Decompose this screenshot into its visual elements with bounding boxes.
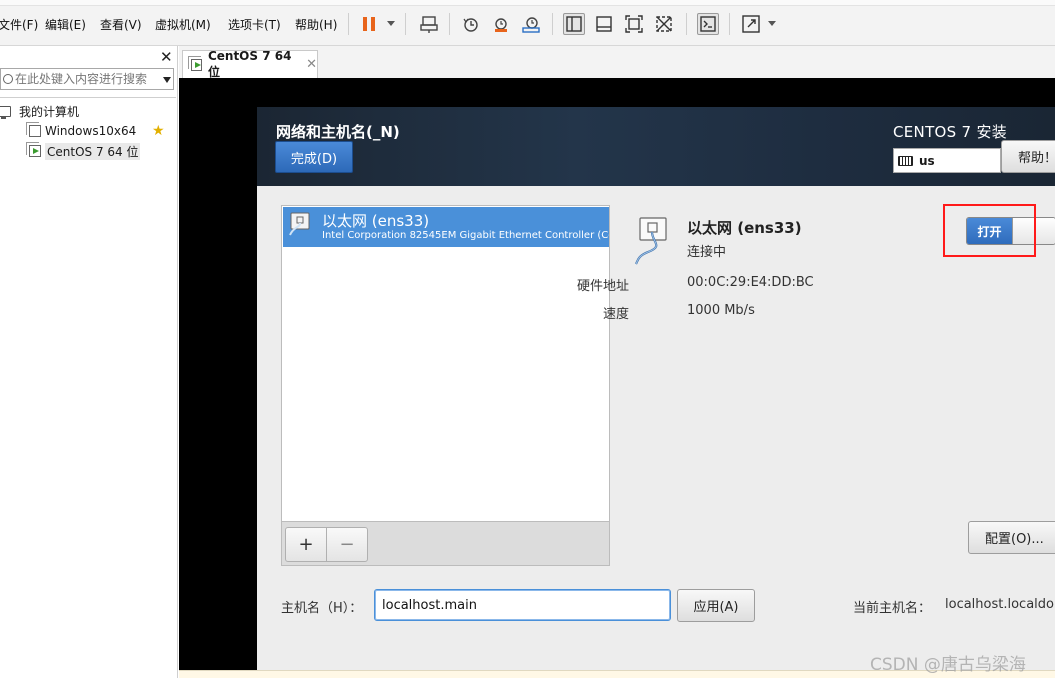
configure-button[interactable]: 配置(O)... xyxy=(968,521,1055,554)
done-button[interactable]: 完成(D) xyxy=(275,141,353,173)
thumbnail-view-icon xyxy=(596,16,612,32)
computer-icon xyxy=(0,105,11,119)
menu-file[interactable]: 文件(F) xyxy=(0,16,38,33)
add-device-button[interactable]: + xyxy=(285,527,327,562)
window-top-edge xyxy=(0,0,1055,6)
current-hostname-value: localhost.localdomain xyxy=(945,597,1055,612)
device-status: 连接中 xyxy=(687,245,727,260)
current-hostname-label: 当前主机名： xyxy=(853,601,932,616)
device-description: Intel Corporation 82545EM Gigabit Ethern… xyxy=(322,230,609,241)
snapshot-icon xyxy=(463,18,478,32)
keyboard-layout-label: us xyxy=(919,153,935,168)
device-name: 以太网 (ens33) xyxy=(322,212,430,230)
remove-device-button[interactable]: − xyxy=(326,527,368,562)
keyboard-icon xyxy=(898,155,913,166)
expand-icon xyxy=(742,15,760,33)
snapshot-manager-icon xyxy=(522,17,540,33)
snapshot-manager-button[interactable] xyxy=(520,13,542,35)
menu-view[interactable]: 查看(V) xyxy=(100,16,142,33)
speed-label: 速度 xyxy=(602,307,629,322)
vm-console[interactable]: 网络和主机名(_N) 完成(D) CENTOS 7 安装 us 帮助！ 以太网 … xyxy=(179,78,1055,670)
snapshot-button[interactable] xyxy=(460,13,482,35)
tab-centos7[interactable]: CentOS 7 64 位 ✕ xyxy=(182,49,318,79)
ethernet-icon xyxy=(635,217,667,265)
close-tab-icon[interactable]: ✕ xyxy=(306,57,317,72)
library-search-input[interactable] xyxy=(15,71,155,87)
console-icon xyxy=(700,16,716,32)
tab-label: CentOS 7 64 位 xyxy=(207,49,292,79)
menu-tabs[interactable]: 选项卡(T) xyxy=(228,16,281,33)
full-screen-button[interactable] xyxy=(623,13,645,35)
library-panel: ✕ 我的计算机 Windows10x64 ★ CentOS 7 64 位 xyxy=(0,46,178,678)
device-list-toolbar: + − xyxy=(281,522,610,566)
product-title: CENTOS 7 安装 xyxy=(893,123,1008,141)
send-ctrl-alt-del-icon xyxy=(420,16,438,33)
pause-button[interactable] xyxy=(358,13,380,35)
menubar: 文件(F) 编辑(E) 查看(V) 虚拟机(M) 选项卡(T) 帮助(H) xyxy=(0,0,1055,46)
watermark: CSDN @唐古乌梁海 xyxy=(870,655,1026,675)
library-search[interactable] xyxy=(0,68,174,90)
close-library-icon[interactable]: ✕ xyxy=(160,48,173,66)
tree-item-label: Windows10x64 xyxy=(45,124,137,138)
hostname-input[interactable] xyxy=(374,589,671,621)
tree-item-centos7[interactable]: CentOS 7 64 位 xyxy=(26,142,141,160)
device-detail-name: 以太网 (ens33) xyxy=(687,219,802,237)
star-icon: ★ xyxy=(152,123,165,139)
network-device-list: 以太网 (ens33) Intel Corporation 82545EM Gi… xyxy=(281,205,610,522)
apply-button[interactable]: 应用(A) xyxy=(677,589,755,622)
anaconda-network-spoke: 网络和主机名(_N) 完成(D) CENTOS 7 安装 us 帮助！ 以太网 … xyxy=(257,107,1055,670)
stretch-guest-button[interactable] xyxy=(740,13,762,35)
tree-item-my-computer[interactable]: 我的计算机 xyxy=(0,102,79,120)
library-view-icon xyxy=(566,16,582,32)
full-screen-icon xyxy=(625,15,643,33)
tab-bar: CentOS 7 64 位 ✕ xyxy=(179,46,1055,79)
toolbar-separator xyxy=(449,13,450,35)
toolbar-separator xyxy=(552,13,553,35)
help-button[interactable]: 帮助！ xyxy=(1001,140,1055,173)
search-icon xyxy=(3,74,13,84)
toolbar-separator xyxy=(686,13,687,35)
pause-icon xyxy=(363,17,375,31)
tree-item-label: CentOS 7 64 位 xyxy=(45,142,141,160)
menu-edit[interactable]: 编辑(E) xyxy=(45,16,86,33)
library-tree: 我的计算机 Windows10x64 ★ CentOS 7 64 位 xyxy=(0,97,176,678)
list-item[interactable]: 以太网 (ens33) Intel Corporation 82545EM Gi… xyxy=(283,207,609,247)
revert-snapshot-button[interactable] xyxy=(490,13,512,35)
page-title: 网络和主机名(_N) xyxy=(276,123,400,141)
pause-dropdown-icon[interactable] xyxy=(387,21,395,26)
unity-mode-icon xyxy=(656,16,672,32)
stretch-dropdown-icon[interactable] xyxy=(768,21,776,26)
send-keys-button[interactable] xyxy=(418,13,440,35)
hostname-label: 主机名（H）： xyxy=(281,601,363,616)
toolbar-separator xyxy=(729,13,730,35)
vm-icon xyxy=(26,122,41,137)
speed-value: 1000 Mb/s xyxy=(687,303,755,318)
toolbar-separator xyxy=(405,13,406,35)
show-library-button[interactable] xyxy=(563,13,585,35)
console-view-button[interactable] xyxy=(697,13,719,35)
menu-help[interactable]: 帮助(H) xyxy=(295,16,337,33)
installer-header: 网络和主机名(_N) 完成(D) CENTOS 7 安装 us 帮助！ xyxy=(257,107,1055,186)
unity-button[interactable] xyxy=(653,13,675,35)
vm-running-icon xyxy=(26,142,41,157)
menu-vm[interactable]: 虚拟机(M) xyxy=(155,16,211,33)
ethernet-icon xyxy=(289,212,310,236)
vm-running-icon xyxy=(188,55,202,71)
tree-item-label: 我的计算机 xyxy=(19,104,80,119)
thumbnail-bar-button[interactable] xyxy=(593,13,615,35)
revert-snapshot-icon xyxy=(495,18,507,32)
hardware-address-value: 00:0C:29:E4:DD:BC xyxy=(687,275,814,290)
annotation-highlight-box xyxy=(943,204,1036,257)
hardware-address-label: 硬件地址 xyxy=(576,279,629,294)
tree-item-windows10x64[interactable]: Windows10x64 ★ xyxy=(26,122,174,140)
search-dropdown-icon[interactable] xyxy=(163,77,171,83)
toolbar-separator xyxy=(348,13,349,35)
keyboard-layout-indicator[interactable]: us xyxy=(893,148,1001,173)
